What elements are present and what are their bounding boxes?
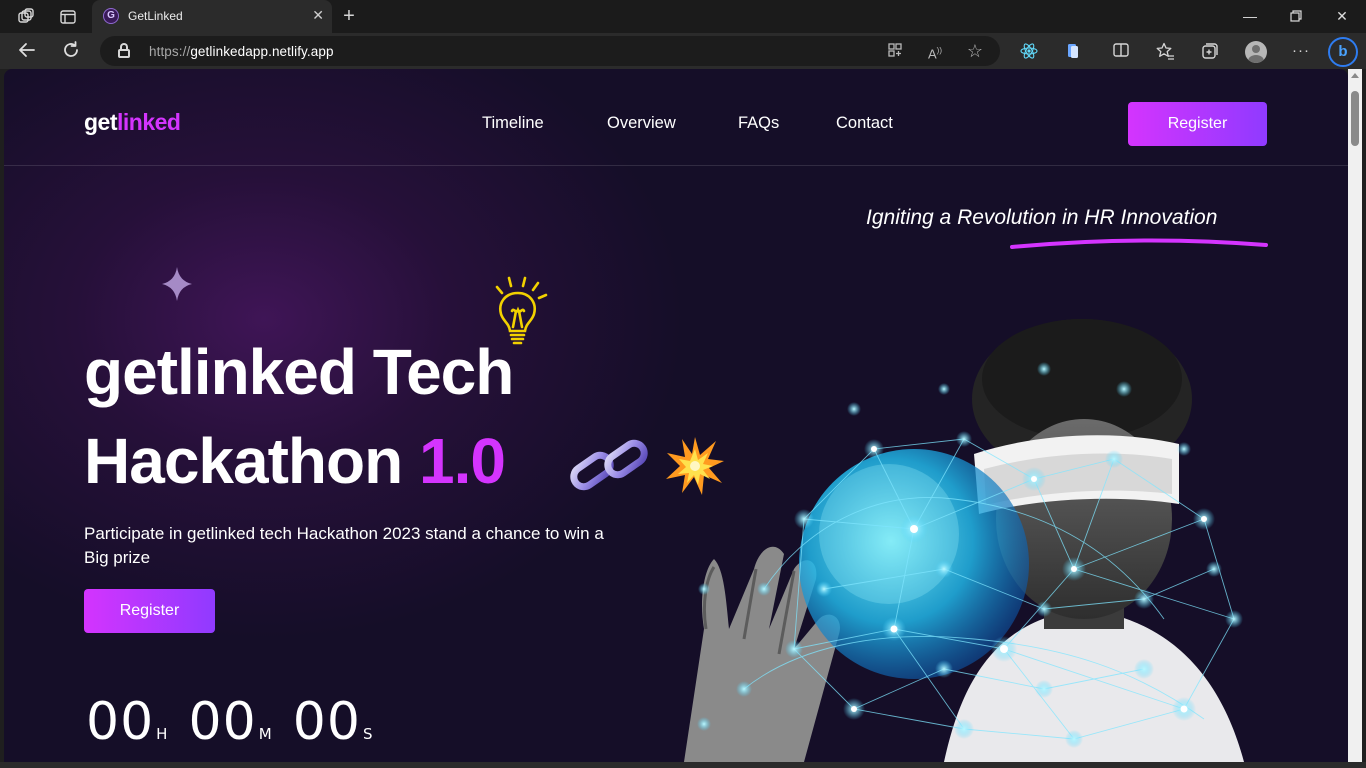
browser-tab-bar: G GetLinked ✕ + — ✕ — [0, 0, 1366, 33]
hero-description: Participate in getlinked tech Hackathon … — [84, 524, 604, 567]
site-header: getlinked Timeline Overview FAQs Contact… — [4, 69, 1348, 166]
scrollbar-thumb[interactable] — [1351, 91, 1359, 146]
nav-faqs[interactable]: FAQs — [738, 114, 779, 133]
window-bottom-edge — [0, 762, 1366, 768]
countdown-minutes-unit: M — [258, 725, 272, 743]
close-tab-icon[interactable]: ✕ — [312, 7, 324, 24]
hero-title-version: 1.0 — [418, 425, 506, 497]
countdown-hours-unit: H — [156, 725, 168, 743]
hero-register-button[interactable]: Register — [84, 589, 215, 633]
more-options-icon[interactable]: ··· — [1291, 41, 1311, 61]
hero-tagline: Igniting a Revolution in HR Innovation — [866, 206, 1218, 229]
page-scrollbar[interactable] — [1348, 69, 1362, 762]
back-icon[interactable] — [16, 40, 38, 62]
collections-icon[interactable] — [1200, 41, 1220, 61]
sparkle-star-icon — [162, 267, 192, 301]
hero-title-line1: getlinked Tech — [84, 336, 514, 408]
browser-toolbar: https://getlinkedapp.netlify.app A)) ☆ ·… — [0, 33, 1366, 69]
countdown-timer: 00 H 00 M 00 S — [86, 692, 388, 752]
countdown-hours: 00 — [86, 692, 155, 752]
workspaces-icon[interactable] — [17, 8, 35, 26]
address-bar[interactable]: https://getlinkedapp.netlify.app A)) ☆ — [100, 36, 1000, 66]
split-screen-icon[interactable] — [1111, 41, 1131, 61]
bing-copilot-icon[interactable]: b — [1328, 37, 1358, 67]
react-devtools-icon[interactable] — [1019, 41, 1039, 61]
hero-title-word: Hackathon — [84, 425, 403, 497]
tab-actions-icon[interactable] — [59, 8, 77, 26]
read-aloud-icon[interactable]: A)) — [926, 42, 944, 61]
header-register-button[interactable]: Register — [1128, 102, 1267, 146]
countdown-seconds-unit: S — [362, 725, 373, 743]
nav-contact[interactable]: Contact — [836, 114, 893, 133]
restore-icon[interactable] — [1274, 0, 1318, 33]
tagline-underline — [1010, 238, 1268, 249]
profile-avatar[interactable] — [1245, 41, 1267, 63]
tab-title: GetLinked — [128, 9, 183, 23]
favorite-star-icon[interactable]: ☆ — [966, 42, 984, 60]
tab-favicon-icon: G — [103, 8, 119, 24]
hero-vr-man-image — [684, 319, 1244, 762]
close-window-icon[interactable]: ✕ — [1320, 0, 1364, 33]
tab-getlinked[interactable]: G GetLinked ✕ — [92, 0, 332, 33]
lock-icon[interactable] — [118, 43, 130, 58]
new-tab-icon[interactable]: + — [338, 4, 360, 28]
countdown-seconds: 00 — [292, 692, 361, 752]
hero-title-line2: Hackathon 1.0 — [84, 424, 506, 498]
refresh-icon[interactable] — [60, 40, 82, 62]
countdown-minutes: 00 — [188, 692, 257, 752]
minimize-icon[interactable]: — — [1228, 0, 1272, 33]
chain-link-icon — [570, 439, 648, 491]
nav-timeline[interactable]: Timeline — [482, 114, 544, 133]
page-viewport: getlinked Timeline Overview FAQs Contact… — [4, 69, 1348, 762]
extension-icon[interactable] — [1063, 41, 1083, 61]
nav-overview[interactable]: Overview — [607, 114, 676, 133]
scroll-up-arrow-icon[interactable] — [1351, 73, 1359, 78]
url-text[interactable]: https://getlinkedapp.netlify.app — [149, 44, 334, 59]
favorites-icon[interactable] — [1155, 41, 1175, 61]
site-logo[interactable]: getlinked — [84, 109, 181, 136]
app-available-icon[interactable] — [886, 42, 904, 60]
